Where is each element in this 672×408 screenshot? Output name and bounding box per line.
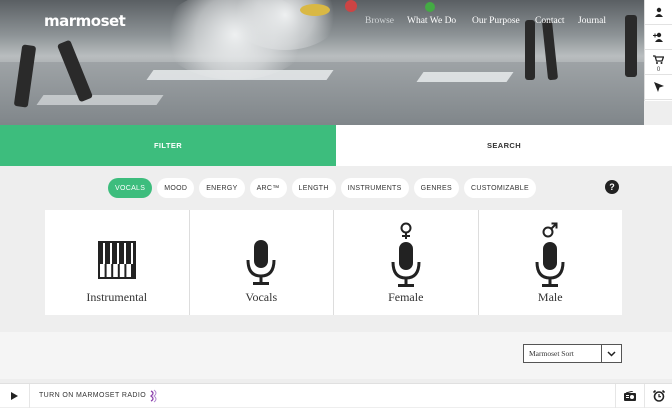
tab-filter[interactable]: FILTER bbox=[0, 125, 336, 166]
sort-toggle[interactable] bbox=[601, 345, 621, 362]
piano-icon bbox=[97, 241, 136, 279]
nav-what-we-do[interactable]: What We Do bbox=[407, 16, 456, 26]
hero-leg bbox=[625, 15, 637, 77]
chip-energy[interactable]: ENERGY bbox=[199, 178, 245, 198]
radio-icon bbox=[623, 391, 636, 401]
hero-crosswalk bbox=[36, 95, 164, 105]
user-icon bbox=[654, 7, 663, 17]
play-icon bbox=[11, 392, 18, 400]
radio-button[interactable] bbox=[615, 384, 643, 408]
alarm-button[interactable] bbox=[644, 384, 672, 408]
hero-image: marmoset Browse What We Do Our Purpose C… bbox=[0, 0, 644, 125]
option-label: Female bbox=[388, 290, 424, 304]
chip-genres[interactable]: GENRES bbox=[413, 178, 459, 198]
cart-icon bbox=[653, 55, 664, 64]
option-label: Instrumental bbox=[86, 290, 148, 304]
radio-wave-icon bbox=[150, 389, 157, 403]
utility-sidebar: 0 bbox=[644, 0, 672, 101]
cursor-icon bbox=[653, 82, 664, 92]
option-instrumental[interactable]: Instrumental bbox=[45, 210, 189, 315]
site-logo[interactable]: marmoset bbox=[44, 12, 126, 30]
microphone-icon bbox=[535, 242, 565, 287]
hero-light bbox=[345, 0, 357, 12]
nav-contact[interactable]: Contact bbox=[535, 16, 565, 26]
add-user-button[interactable] bbox=[645, 25, 672, 50]
radio-player: TURN ON MARMOSET RADIO bbox=[0, 383, 672, 408]
hero-crosswalk bbox=[416, 72, 514, 82]
chip-mood[interactable]: MOOD bbox=[157, 178, 195, 198]
chip-customizable[interactable]: CUSTOMIZABLE bbox=[463, 178, 536, 198]
chip-arc[interactable]: ARC™ bbox=[249, 178, 287, 198]
female-symbol-icon bbox=[400, 222, 412, 239]
play-button[interactable] bbox=[0, 384, 30, 408]
hero-light bbox=[300, 4, 330, 16]
vocal-options: Instrumental Vocals Female Male bbox=[45, 210, 622, 315]
microphone-icon bbox=[391, 242, 421, 287]
male-symbol-icon bbox=[542, 222, 558, 238]
account-button[interactable] bbox=[645, 0, 672, 25]
chip-instruments[interactable]: INSTRUMENTS bbox=[340, 178, 409, 198]
cart-button[interactable]: 0 bbox=[645, 50, 672, 75]
chip-vocals[interactable]: VOCALS bbox=[108, 178, 153, 198]
alarm-clock-icon bbox=[652, 390, 665, 402]
sort-select[interactable]: Marmoset Sort bbox=[523, 344, 622, 363]
option-male[interactable]: Male bbox=[478, 210, 622, 315]
chevron-down-icon bbox=[607, 350, 616, 357]
add-user-icon bbox=[653, 32, 663, 42]
tab-search[interactable]: SEARCH bbox=[336, 125, 672, 166]
nav-our-purpose[interactable]: Our Purpose bbox=[472, 16, 520, 26]
option-label: Male bbox=[537, 290, 563, 304]
nav-browse[interactable]: Browse bbox=[365, 16, 394, 26]
help-button[interactable]: ? bbox=[605, 180, 619, 194]
cart-count: 0 bbox=[656, 67, 661, 73]
hero-light bbox=[425, 2, 435, 12]
hero-leg bbox=[525, 20, 535, 80]
filter-search-tabs: FILTER SEARCH bbox=[0, 125, 672, 166]
nav-journal[interactable]: Journal bbox=[578, 16, 606, 26]
chip-length[interactable]: LENGTH bbox=[291, 178, 336, 198]
microphone-icon bbox=[246, 240, 276, 285]
option-female[interactable]: Female bbox=[334, 210, 478, 315]
option-label: Vocals bbox=[245, 290, 278, 304]
pointer-button[interactable] bbox=[645, 75, 672, 100]
sort-value: Marmoset Sort bbox=[529, 349, 574, 358]
radio-toggle[interactable]: TURN ON MARMOSET RADIO bbox=[39, 392, 146, 399]
option-vocals[interactable]: Vocals bbox=[189, 210, 333, 315]
filter-chips: VOCALS MOOD ENERGY ARC™ LENGTH INSTRUMEN… bbox=[108, 178, 536, 198]
